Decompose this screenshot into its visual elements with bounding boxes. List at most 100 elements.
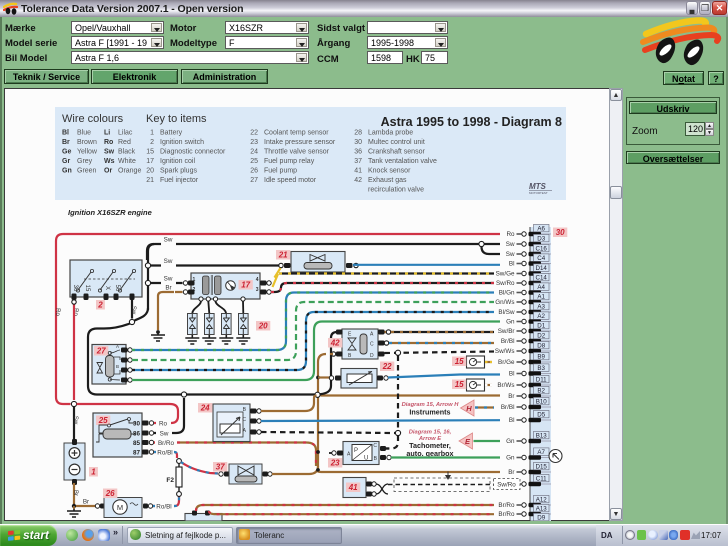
svg-text:Knock sensor: Knock sensor (368, 168, 411, 175)
svg-text:37: 37 (354, 158, 362, 165)
svg-text:Ge: Ge (62, 149, 71, 156)
svg-text:D3: D3 (537, 236, 545, 243)
svg-text:B: B (116, 364, 119, 369)
svg-text:Coolant temp sensor: Coolant temp sensor (264, 130, 329, 137)
svg-text:2: 2 (150, 139, 154, 146)
svg-text:Br: Br (72, 490, 78, 496)
svg-text:Ro/Bl: Ro/Bl (156, 504, 171, 511)
svg-text:A3: A3 (537, 304, 545, 311)
svg-text:B2: B2 (537, 388, 545, 395)
svg-text:Sw: Sw (72, 416, 78, 425)
svg-text:1: 1 (150, 130, 154, 137)
svg-text:Ignition X16SZR engine: Ignition X16SZR engine (68, 208, 152, 217)
svg-text:A6: A6 (537, 226, 545, 233)
svg-text:Sw/Ro: Sw/Ro (497, 482, 516, 489)
svg-text:Tank ventalation valve: Tank ventalation valve (368, 158, 437, 165)
svg-text:A4: A4 (537, 284, 545, 291)
svg-text:Ignition switch: Ignition switch (160, 139, 204, 146)
svg-text:Ro: Ro (159, 421, 168, 428)
svg-text:D: D (370, 353, 374, 359)
svg-text:Sw: Sw (164, 237, 173, 244)
svg-text:Ignition coil: Ignition coil (160, 158, 195, 165)
svg-text:Wire colours: Wire colours (62, 113, 124, 125)
svg-text:Gn: Gn (506, 319, 515, 326)
svg-text:15: 15 (146, 149, 154, 156)
svg-text:C: C (373, 443, 377, 449)
svg-text:20: 20 (258, 322, 268, 331)
svg-text:Intake pressure sensor: Intake pressure sensor (264, 139, 336, 146)
svg-text:Br/Ge: Br/Ge (498, 359, 515, 366)
svg-text:Sw: Sw (104, 149, 115, 156)
svg-text:Sw/Br: Sw/Br (498, 328, 515, 335)
svg-text:Sw: Sw (160, 431, 169, 438)
svg-text:24: 24 (200, 404, 210, 413)
svg-text:Bl: Bl (62, 130, 69, 137)
svg-text:27: 27 (96, 347, 106, 356)
svg-text:Gn/Ws: Gn/Ws (495, 299, 514, 306)
svg-text:Sw/Ro: Sw/Ro (496, 280, 515, 287)
svg-text:25: 25 (98, 416, 108, 425)
svg-text:37: 37 (216, 463, 225, 472)
svg-text:86: 86 (133, 430, 141, 437)
svg-text:Black: Black (118, 149, 136, 156)
svg-text:MOTORTEST: MOTORTEST (529, 191, 548, 195)
svg-text:Ro/Bl: Ro/Bl (157, 450, 172, 457)
svg-text:30: 30 (556, 228, 565, 237)
svg-text:42: 42 (354, 177, 362, 184)
svg-text:30: 30 (354, 139, 362, 146)
svg-text:Key to items: Key to items (146, 113, 207, 125)
svg-text:Lambda probe: Lambda probe (368, 130, 413, 137)
svg-text:Gn: Gn (506, 438, 515, 445)
svg-text:Br/Bl: Br/Bl (501, 338, 515, 345)
svg-text:3: 3 (256, 287, 259, 293)
svg-text:Br/Bl: Br/Bl (501, 404, 515, 411)
svg-text:H: H (466, 404, 472, 413)
svg-text:Gn: Gn (62, 168, 72, 175)
svg-text:41: 41 (348, 483, 358, 492)
svg-text:1: 1 (91, 468, 96, 477)
svg-text:26: 26 (105, 489, 115, 498)
svg-text:Br/Ro: Br/Ro (498, 511, 515, 518)
svg-text:Br: Br (508, 469, 514, 476)
svg-text:Sw: Sw (506, 251, 515, 258)
svg-text:17: 17 (146, 158, 154, 165)
svg-text:Gn: Gn (506, 455, 515, 462)
svg-text:20: 20 (146, 168, 154, 175)
svg-text:Red: Red (118, 139, 131, 146)
svg-text:Orange: Orange (118, 168, 141, 175)
svg-text:Ro: Ro (506, 231, 515, 238)
svg-text:MTS: MTS (529, 182, 547, 191)
svg-text:2: 2 (97, 301, 103, 310)
svg-text:Br: Br (165, 285, 171, 292)
svg-text:Ro: Ro (54, 308, 60, 316)
svg-text:D5: D5 (537, 412, 545, 419)
svg-text:A7: A7 (537, 449, 545, 456)
svg-text:A: A (116, 344, 119, 349)
svg-text:Sw: Sw (164, 258, 173, 265)
svg-text:4: 4 (256, 277, 259, 283)
svg-text:Bl: Bl (509, 371, 515, 378)
svg-text:Br/Ro: Br/Ro (498, 502, 515, 509)
svg-text:Bl/Sw: Bl/Sw (498, 309, 515, 316)
svg-text:21: 21 (146, 177, 154, 184)
svg-text:X: X (104, 286, 110, 290)
svg-text:B10: B10 (536, 399, 548, 406)
svg-text:B13: B13 (536, 433, 548, 440)
svg-text:28: 28 (354, 130, 362, 137)
svg-text:recirculation valve: recirculation valve (368, 187, 424, 194)
svg-text:Bl/Gn: Bl/Gn (499, 290, 515, 297)
svg-text:Crankshaft sensor: Crankshaft sensor (368, 149, 425, 156)
svg-text:50: 50 (114, 285, 120, 292)
svg-text:Br: Br (508, 393, 514, 400)
svg-text:Bl: Bl (509, 417, 515, 424)
svg-text:17: 17 (241, 281, 250, 290)
svg-text:15: 15 (455, 357, 464, 366)
svg-text:C16: C16 (536, 246, 548, 253)
svg-text:B9: B9 (537, 354, 545, 361)
svg-text:White: White (118, 158, 136, 165)
svg-text:Sw/Ge: Sw/Ge (496, 271, 515, 278)
svg-text:Exhaust gas: Exhaust gas (368, 177, 407, 184)
svg-text:22: 22 (382, 362, 392, 371)
svg-text:D2: D2 (537, 333, 545, 340)
svg-text:D1: D1 (537, 323, 545, 330)
